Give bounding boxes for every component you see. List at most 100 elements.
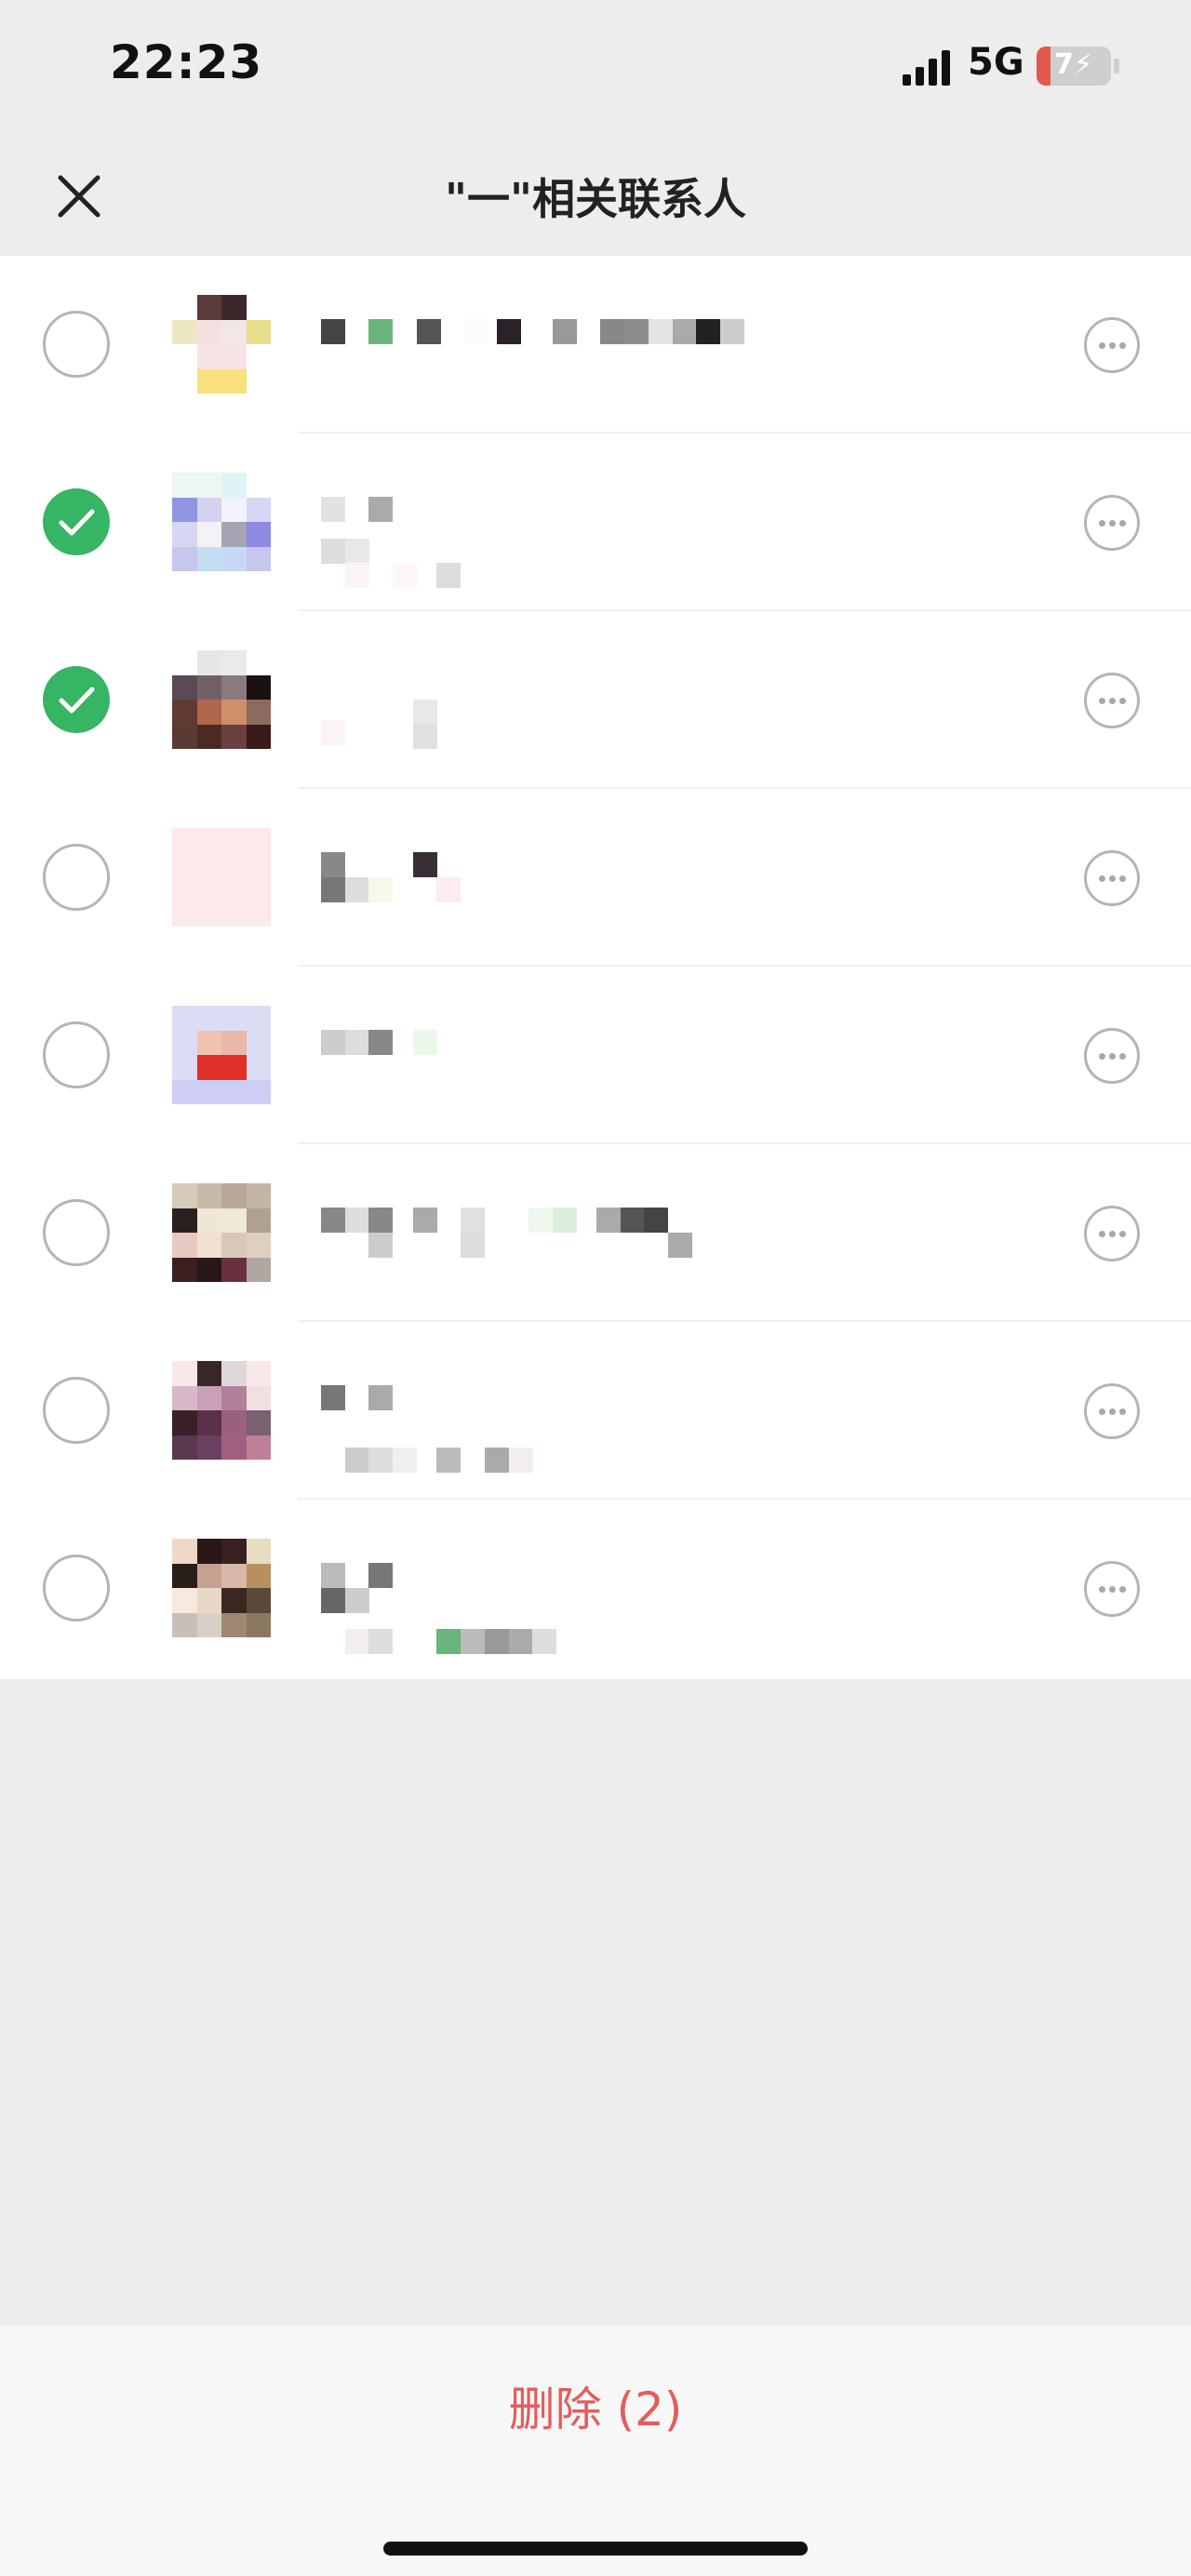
name-pixel bbox=[620, 1208, 645, 1233]
avatar-pixel bbox=[246, 1563, 271, 1588]
avatar-pixel bbox=[172, 1563, 197, 1588]
contact-name-pixelated bbox=[321, 310, 805, 394]
avatar-pixel bbox=[246, 1208, 271, 1233]
avatar-pixel bbox=[246, 1361, 271, 1386]
delete-button[interactable]: 删除 (2) bbox=[409, 2372, 782, 2447]
avatar-pixel bbox=[172, 368, 197, 394]
avatar-pixel bbox=[196, 1410, 221, 1435]
avatar-pixel bbox=[221, 1006, 247, 1031]
avatar-pixel bbox=[172, 1410, 197, 1435]
avatar-pixel bbox=[196, 1257, 221, 1282]
network-label: 5G bbox=[968, 41, 1024, 84]
contact-row[interactable] bbox=[0, 1322, 1191, 1500]
name-pixel bbox=[412, 724, 437, 750]
avatar-pixel bbox=[221, 522, 247, 547]
checkbox-unchecked[interactable] bbox=[43, 1021, 110, 1088]
more-dot bbox=[1099, 698, 1105, 704]
avatar-pixel bbox=[246, 1612, 271, 1637]
avatar-pixel bbox=[172, 1079, 197, 1104]
name-pixel bbox=[552, 319, 577, 344]
avatar-pixel bbox=[246, 295, 271, 320]
more-options-icon[interactable] bbox=[1084, 1383, 1140, 1439]
avatar-pixel bbox=[172, 1385, 197, 1410]
checkbox-checked[interactable] bbox=[43, 488, 110, 555]
checkmark-icon bbox=[59, 687, 95, 714]
avatar-pixel bbox=[221, 650, 247, 675]
checkmark-icon bbox=[59, 509, 95, 536]
contact-row[interactable] bbox=[0, 967, 1191, 1144]
name-pixel bbox=[393, 1447, 418, 1473]
more-options-icon[interactable] bbox=[1084, 495, 1140, 551]
checkbox-unchecked[interactable] bbox=[43, 311, 110, 378]
signal-icon bbox=[903, 50, 950, 86]
avatar-pixel bbox=[196, 497, 221, 522]
name-pixel bbox=[644, 1208, 669, 1233]
avatar-pixel bbox=[246, 1183, 271, 1208]
contact-name-pixelated bbox=[321, 487, 805, 589]
checkbox-unchecked[interactable] bbox=[43, 1377, 110, 1444]
avatar bbox=[172, 650, 271, 749]
avatar-pixel bbox=[221, 700, 247, 725]
contact-row[interactable] bbox=[0, 1144, 1191, 1322]
avatar-pixel bbox=[221, 1183, 247, 1208]
avatar-pixel bbox=[172, 344, 197, 369]
checkbox-unchecked[interactable] bbox=[43, 844, 110, 911]
more-dot bbox=[1099, 342, 1105, 349]
more-options-icon[interactable] bbox=[1084, 1561, 1140, 1617]
avatar-pixel bbox=[246, 650, 271, 675]
avatar-pixel bbox=[172, 1183, 197, 1208]
more-options-icon[interactable] bbox=[1084, 673, 1140, 728]
name-pixel bbox=[321, 497, 345, 522]
name-pixel bbox=[344, 538, 369, 564]
avatar-pixel bbox=[196, 473, 221, 498]
avatar-pixel bbox=[196, 522, 221, 547]
avatar-pixel bbox=[172, 674, 197, 700]
more-dot bbox=[1119, 1408, 1126, 1415]
checkbox-unchecked[interactable] bbox=[43, 1199, 110, 1266]
avatar-pixel bbox=[221, 319, 247, 344]
name-pixel bbox=[596, 1208, 621, 1233]
checkbox-unchecked[interactable] bbox=[43, 1555, 110, 1622]
name-pixel bbox=[464, 319, 489, 344]
contact-row[interactable] bbox=[0, 434, 1191, 611]
contact-row[interactable] bbox=[0, 1500, 1191, 1677]
avatar bbox=[172, 1539, 271, 1637]
more-dot bbox=[1119, 875, 1126, 882]
contact-row[interactable] bbox=[0, 789, 1191, 967]
avatar-pixel bbox=[246, 344, 271, 369]
avatar-pixel bbox=[246, 674, 271, 700]
avatar-pixel bbox=[196, 1006, 221, 1031]
contact-row[interactable] bbox=[0, 611, 1191, 789]
avatar-pixel bbox=[196, 1435, 221, 1460]
more-dot bbox=[1109, 698, 1116, 704]
avatar-pixel bbox=[196, 1539, 221, 1564]
name-pixel bbox=[368, 497, 394, 522]
avatar-pixel bbox=[246, 1055, 271, 1080]
contact-row[interactable] bbox=[0, 256, 1191, 434]
more-options-icon[interactable] bbox=[1084, 1028, 1140, 1084]
more-dot bbox=[1099, 1053, 1105, 1060]
more-options-icon[interactable] bbox=[1084, 1206, 1140, 1261]
name-pixel bbox=[344, 1447, 369, 1473]
avatar-pixel bbox=[196, 1055, 221, 1080]
checkbox-checked[interactable] bbox=[43, 666, 110, 733]
avatar-pixel bbox=[246, 1539, 271, 1564]
avatar-pixel bbox=[196, 1588, 221, 1613]
name-pixel bbox=[600, 319, 625, 344]
name-pixel bbox=[368, 876, 394, 902]
more-dot bbox=[1109, 520, 1116, 527]
avatar bbox=[172, 295, 271, 394]
more-options-icon[interactable] bbox=[1084, 850, 1140, 906]
avatar-pixel bbox=[221, 1208, 247, 1233]
name-pixel bbox=[368, 1447, 394, 1473]
avatar-pixel bbox=[221, 1385, 247, 1410]
name-pixel bbox=[461, 1629, 486, 1655]
avatar-pixel bbox=[221, 1055, 247, 1080]
name-pixel bbox=[436, 1447, 462, 1473]
avatar bbox=[172, 1006, 271, 1104]
more-options-icon[interactable] bbox=[1084, 317, 1140, 373]
name-pixel bbox=[552, 1208, 577, 1233]
avatar-pixel bbox=[221, 1435, 247, 1460]
avatar-pixel bbox=[196, 344, 221, 369]
name-pixel bbox=[436, 563, 462, 589]
